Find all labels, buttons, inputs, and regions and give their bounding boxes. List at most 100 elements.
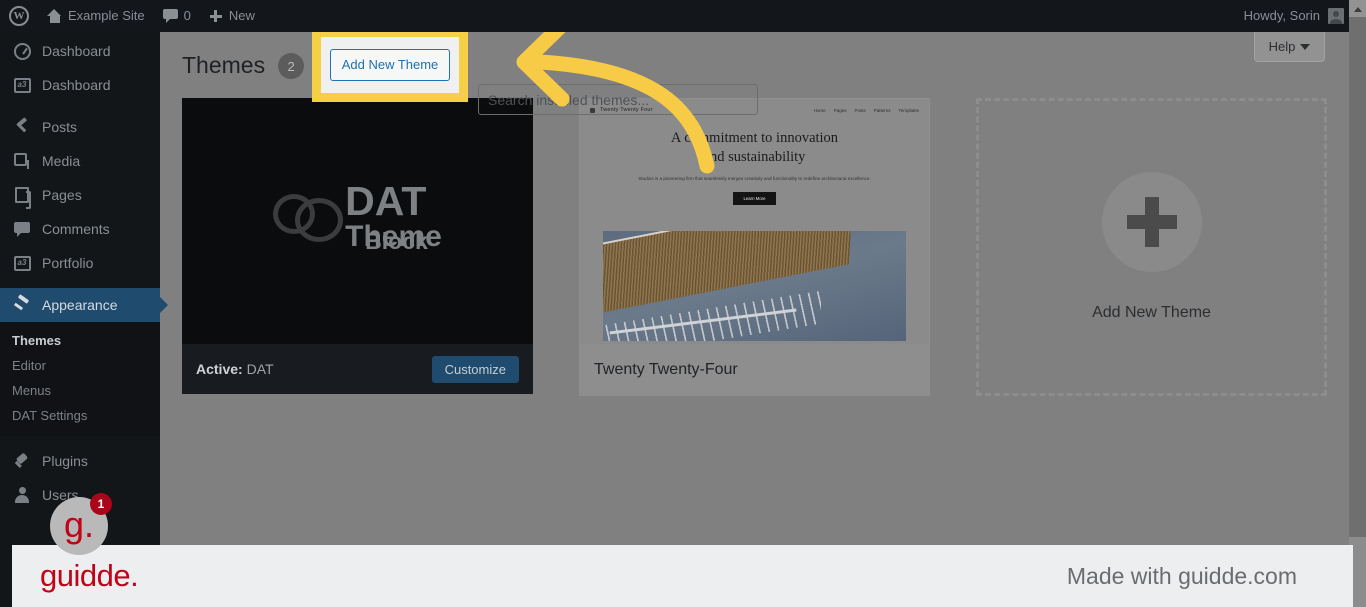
new-label: New [228, 8, 255, 23]
guidde-logo: guidde. [40, 558, 139, 593]
comment-icon [12, 221, 32, 237]
dat-wordmark: DAT Theme Block [345, 177, 442, 254]
guidde-banner: g. 1 guidde. Made with guidde.com [12, 493, 1353, 607]
pin-icon [12, 119, 32, 135]
home-icon [47, 9, 62, 23]
sidebar-subitem-themes[interactable]: Themes [0, 328, 160, 353]
tt4-nav-item: Posts [854, 107, 866, 113]
themes-grid: DAT Theme Block Active: DAT Customize Tw… [182, 98, 1327, 396]
pages-icon [12, 187, 32, 209]
sidebar-item-label: Dashboard [42, 43, 111, 59]
plug-icon [12, 453, 32, 469]
sidebar-item-dashboard[interactable]: Dashboard [0, 34, 160, 68]
chevron-down-icon [1300, 43, 1311, 50]
tt4-paragraph: Studios is a pioneering firm that seamle… [638, 176, 871, 182]
sidebar-item-label: Appearance [42, 297, 118, 313]
avatar [1328, 8, 1344, 24]
sidebar-item-label: Media [42, 153, 81, 169]
admin-bar-right: Howdy, Sorin [1235, 0, 1366, 32]
tt4-heading-line2: and sustainability [703, 148, 806, 165]
sidebar-subitem-dat-settings[interactable]: DAT Settings [0, 403, 160, 428]
howdy-label: Howdy, Sorin [1243, 8, 1320, 23]
main-content: Themes 2 Add New Theme Help DA [160, 32, 1366, 607]
menu-separator [0, 102, 160, 110]
tt4-hero-image [603, 231, 906, 341]
sidebar-item-label: Pages [42, 187, 82, 203]
tt4-hero: A commitment to innovation and sustainab… [580, 129, 929, 205]
search-input[interactable] [478, 84, 758, 115]
sidebar-item-media[interactable]: Media [0, 144, 160, 178]
theme-screenshot-dat: DAT Theme Block [182, 98, 533, 344]
sidebar-item-comments[interactable]: Comments [0, 212, 160, 246]
site-name-label: Example Site [68, 8, 145, 23]
theme-card-dat[interactable]: DAT Theme Block Active: DAT Customize [182, 98, 533, 396]
active-prefix: Active: [196, 361, 243, 377]
media-icon [12, 153, 32, 169]
sidebar-item-label: Plugins [42, 453, 88, 469]
sidebar-item-appearance[interactable]: Appearance [0, 288, 168, 322]
sidebar-item-label: Dashboard [42, 77, 111, 93]
wordpress-admin-screen: W Example Site 0 New Howdy, Sorin Dashbo… [0, 0, 1366, 607]
a3-icon: a3 [12, 77, 32, 93]
tt4-nav-menu: Home Pages Posts Patterns Templates [814, 108, 919, 113]
tt4-cta-button: Learn More [732, 191, 777, 205]
theme-screenshot-tt4: Twenty Twenty Four Home Pages Posts Patt… [579, 98, 930, 344]
dat-logo: DAT Theme Block [273, 177, 442, 254]
admin-bar: W Example Site 0 New Howdy, Sorin [0, 0, 1366, 32]
tt4-nav-item: Templates [898, 107, 919, 113]
sidebar-item-label: Portfolio [42, 255, 94, 271]
add-new-theme-button[interactable]: Add New Theme [329, 48, 451, 82]
scrollbar-up-arrow[interactable] [1349, 0, 1366, 17]
sidebar-item-portfolio[interactable]: a3 Portfolio [0, 246, 160, 280]
active-theme-label: Active: DAT [196, 361, 274, 377]
sidebar-item-pages[interactable]: Pages [0, 178, 160, 212]
guidde-badge-letter: g. [63, 504, 95, 545]
user-icon [12, 487, 32, 503]
site-name-menu[interactable]: Example Site [38, 0, 154, 32]
made-with-label: Made with guidde.com [1066, 562, 1297, 589]
dashboard-icon [12, 42, 32, 60]
tt4-nav-item: Pages [833, 107, 847, 113]
dat-word-primary: DAT [345, 177, 427, 224]
page-header: Themes 2 Add New Theme [160, 32, 1366, 102]
appearance-submenu: Themes Editor Menus DAT Settings [0, 322, 160, 436]
plus-icon [209, 9, 223, 23]
add-new-theme-card[interactable]: Add New Theme [976, 98, 1327, 396]
comments-bubble[interactable]: 0 [154, 0, 200, 32]
add-new-theme-card-label: Add New Theme [1092, 304, 1211, 321]
tt4-heading-line1: A commitment to innovation [670, 130, 839, 146]
customize-button[interactable]: Customize [431, 355, 519, 383]
help-tab-button[interactable]: Help [1254, 32, 1325, 62]
infinity-icon [273, 192, 344, 242]
guidde-badge: g. 1 [50, 493, 112, 555]
add-new-theme-highlight: Add New Theme [312, 32, 468, 102]
brush-icon [12, 297, 32, 313]
guidde-badge-count: 1 [90, 493, 112, 515]
theme-footer-tt4: Twenty Twenty-Four [579, 344, 930, 396]
sidebar-subitem-editor[interactable]: Editor [0, 353, 160, 378]
theme-name-tt4: Twenty Twenty-Four [594, 360, 738, 378]
scrollbar-thumb[interactable] [1349, 17, 1366, 537]
menu-separator [0, 280, 160, 288]
my-account-menu[interactable]: Howdy, Sorin [1235, 0, 1344, 32]
sidebar-item-plugins[interactable]: Plugins [0, 444, 160, 478]
wordpress-logo-icon: W [9, 6, 29, 26]
new-content-menu[interactable]: New [200, 0, 264, 32]
help-label: Help [1268, 39, 1296, 54]
wp-logo-menu[interactable]: W [0, 0, 38, 32]
sidebar-item-dashboard-alt[interactable]: a3 Dashboard [0, 68, 160, 102]
page-title: Themes [182, 52, 266, 79]
dat-word-block: Block [365, 227, 428, 254]
menu-separator [0, 436, 160, 444]
page-scrollbar[interactable] [1349, 0, 1366, 607]
tt4-nav-item: Home [813, 107, 826, 113]
theme-count-badge: 2 [278, 53, 305, 79]
highlight-inner: Add New Theme [321, 37, 459, 93]
active-theme-name: DAT [246, 361, 274, 377]
comment-bubble-icon [162, 9, 178, 23]
sidebar-item-posts[interactable]: Posts [0, 110, 160, 144]
comment-count: 0 [183, 8, 191, 23]
sidebar-item-label: Posts [42, 119, 78, 135]
sidebar-subitem-menus[interactable]: Menus [0, 378, 160, 403]
theme-card-twenty-twenty-four[interactable]: Twenty Twenty Four Home Pages Posts Patt… [579, 98, 930, 396]
